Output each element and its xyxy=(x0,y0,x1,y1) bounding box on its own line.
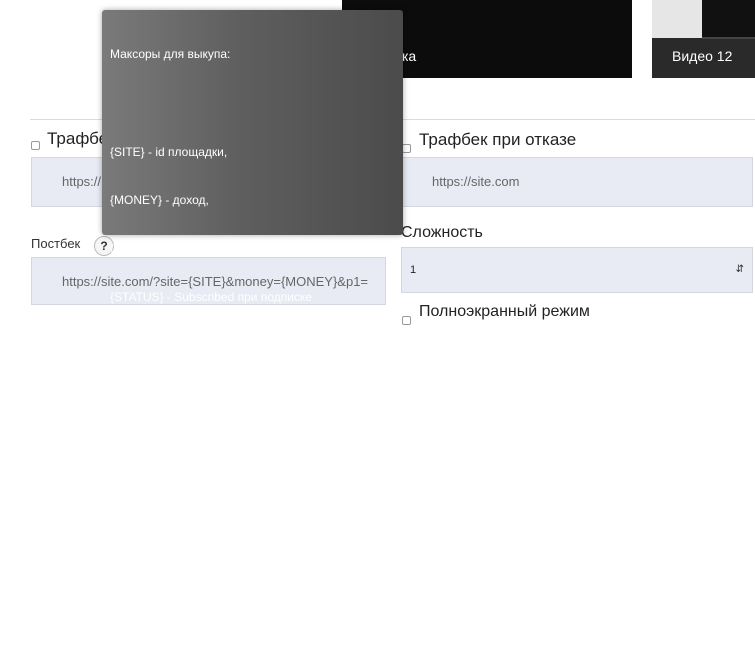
tooltip-line: {MONEY} - доход, xyxy=(110,533,209,548)
progress-track xyxy=(702,37,755,39)
trafficback-fail-label: Трафбек при отказе xyxy=(419,130,577,149)
tooltip-line: {MONEY} - доход, xyxy=(110,193,209,208)
difficulty-value: 1 xyxy=(410,264,417,276)
tooltip-line: {SITE} - id площадки, xyxy=(110,144,228,159)
trafficback-checkbox[interactable] xyxy=(31,141,40,150)
difficulty-label: Сложность xyxy=(401,224,483,241)
trafficback-fail-checkbox[interactable] xyxy=(402,144,411,153)
postback-label: Постбек xyxy=(31,236,81,251)
thumbnail-image xyxy=(652,0,702,38)
video-thumbnail-12[interactable]: Видео 12 xyxy=(652,0,755,78)
tooltip-line: {STATUS} - RevShare при начислении за кл… xyxy=(110,630,367,645)
tooltip-line: {STATUS} - Subscribed при подписке xyxy=(110,290,312,305)
tooltip-heading: Максоры для RevShare: xyxy=(110,387,245,402)
tooltip-line: {SITE} - id площадки, xyxy=(110,484,228,499)
tooltip-heading: Максоры для выкупа: xyxy=(110,47,231,62)
fullscreen-checkbox[interactable] xyxy=(402,316,411,325)
video-title: ка xyxy=(402,48,417,64)
tooltip-line: {P1} - Параметры xyxy=(110,582,208,597)
select-arrows-icon: ⇵ xyxy=(735,264,744,275)
video-title: Видео 12 xyxy=(672,48,733,64)
fullscreen-label: Полноэкранный режим xyxy=(419,303,590,320)
trafficback-fail-input[interactable]: https://site.com xyxy=(401,157,753,207)
thumbnail-image xyxy=(702,0,755,38)
tooltip-line: {P1},{P2},{P3},{P4} - Параметры, xyxy=(110,241,289,256)
difficulty-select[interactable]: 1 ⇵ xyxy=(401,247,753,293)
macros-tooltip: Максоры для выкупа: {SITE} - id площадки… xyxy=(102,10,403,645)
